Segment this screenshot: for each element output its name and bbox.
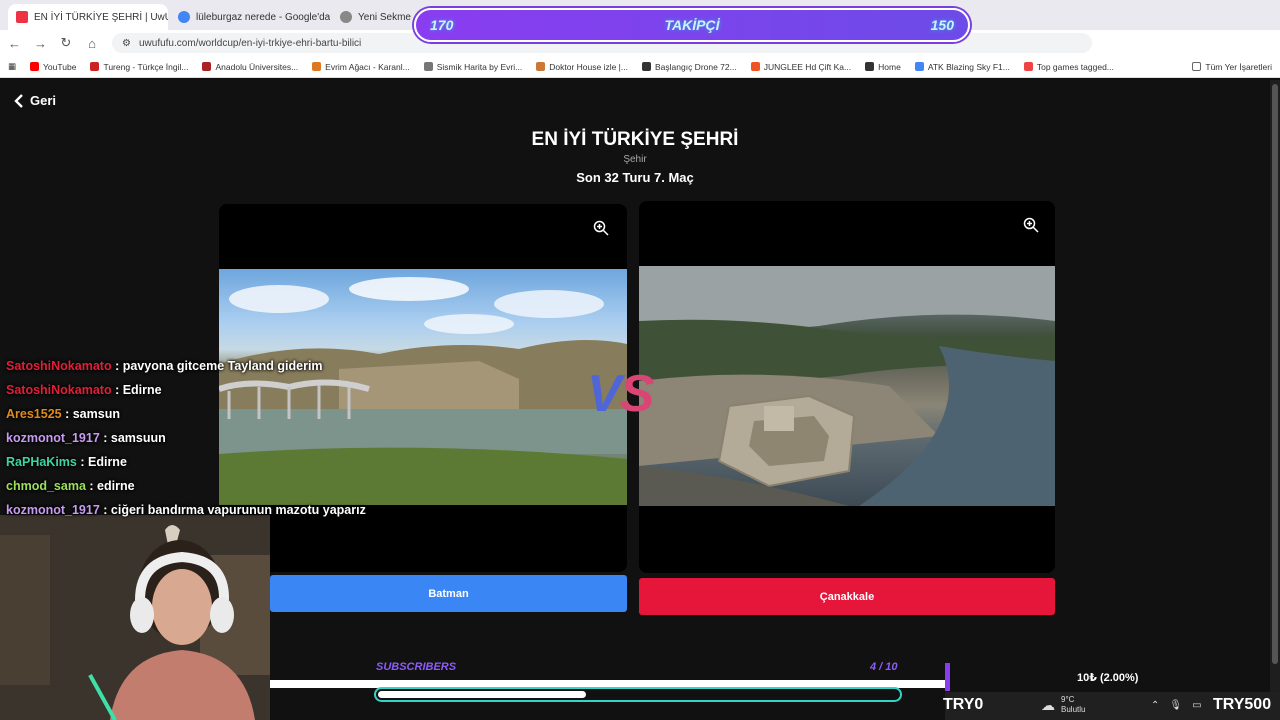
versus-logo: VS bbox=[587, 365, 654, 423]
chat-message: Ares1525 : samsun bbox=[6, 407, 120, 421]
system-tray[interactable]: ⌃ 🎙 ▭ bbox=[1151, 700, 1202, 711]
bookmark-item[interactable]: ATK Blazing Sky F1... bbox=[914, 62, 1010, 72]
tab-label: lüleburgaz nerede - Google'da bbox=[196, 11, 330, 23]
home-icon[interactable]: ⌂ bbox=[86, 36, 98, 51]
bookmark-item[interactable]: Sismik Harita by Evri... bbox=[423, 62, 522, 72]
back-label: Geri bbox=[30, 93, 57, 108]
webcam-feed bbox=[0, 515, 270, 720]
tab-label: Yeni Sekme bbox=[358, 11, 411, 23]
stream-chat: SatoshiNokamato : pavyona gitceme Taylan… bbox=[6, 354, 366, 522]
apps-grid-icon[interactable]: ▦ bbox=[8, 61, 16, 72]
bookmark-item[interactable]: Home bbox=[865, 62, 901, 72]
chevron-up-icon[interactable]: ⌃ bbox=[1151, 700, 1159, 711]
chrome-favicon-icon bbox=[340, 11, 352, 23]
bookmark-item[interactable]: YouTube bbox=[30, 62, 76, 72]
follower-goal-bar: 170 TAKİPÇİ 150 bbox=[414, 8, 970, 42]
bookmark-item[interactable]: Anadolu Üniversites... bbox=[202, 62, 298, 72]
bookmark-item[interactable]: Evrim Ağacı - Karanl... bbox=[312, 62, 410, 72]
zoom-in-icon[interactable] bbox=[593, 220, 609, 236]
page-scrollbar[interactable] bbox=[1270, 80, 1280, 720]
try-current: TRY0 bbox=[943, 696, 984, 713]
choose-canakkale-button[interactable]: Çanakkale bbox=[639, 578, 1055, 615]
follower-current: 170 bbox=[430, 17, 454, 33]
round-label: Son 32 Turu 7. Maç bbox=[576, 170, 694, 185]
canakkale-image[interactable] bbox=[639, 266, 1055, 506]
windows-taskbar: TRY0 ☁ 9°C Bulutlu ⌃ 🎙 ▭ TRY500 bbox=[943, 692, 1280, 720]
subs-count: 4 / 10 bbox=[870, 661, 898, 673]
bookmark-item[interactable]: Başlangıç Drone 72... bbox=[641, 62, 737, 72]
display-icon[interactable]: ▭ bbox=[1192, 700, 1201, 711]
follower-label: TAKİPÇİ bbox=[664, 17, 720, 33]
donation-value: 10₺ (2.00%) bbox=[1077, 672, 1139, 684]
tab-label: EN İYİ TÜRKİYE ŞEHRİ | UwUFUFU bbox=[34, 11, 168, 23]
chat-message: SatoshiNokamato : pavyona gitceme Taylan… bbox=[6, 359, 323, 373]
back-arrow-icon[interactable]: ← bbox=[8, 36, 21, 51]
site-info-icon[interactable]: ⚙ bbox=[122, 38, 131, 49]
subs-progress-track bbox=[374, 687, 902, 702]
bookmark-item[interactable]: JUNGLEE Hd Çift Ka... bbox=[750, 62, 851, 72]
tab-uwufufu[interactable]: EN İYİ TÜRKİYE ŞEHRİ | UwUFUFU ✕ bbox=[8, 4, 168, 30]
chat-message: RaPHaKims : Edirne bbox=[6, 455, 127, 469]
zoom-in-icon[interactable] bbox=[1023, 217, 1039, 233]
forward-arrow-icon[interactable]: → bbox=[34, 36, 47, 51]
all-bookmarks-folder[interactable]: Tüm Yer İşaretleri bbox=[1192, 62, 1272, 72]
chat-message: SatoshiNokamato : Edirne bbox=[6, 383, 162, 397]
chat-message: chmod_sama : edirne bbox=[6, 479, 135, 493]
url-text: uwufufu.com/worldcup/en-iyi-trkiye-ehri-… bbox=[138, 37, 362, 49]
reload-icon[interactable]: ↻ bbox=[60, 35, 72, 51]
try-goal: TRY500 bbox=[1213, 696, 1272, 713]
microphone-icon[interactable]: 🎙 bbox=[1169, 700, 1182, 711]
subs-progress-fill bbox=[378, 691, 586, 698]
follower-goal: 150 bbox=[930, 17, 954, 33]
bookmark-item[interactable]: Tureng - Türkçe İngil... bbox=[90, 62, 188, 72]
bookmark-item[interactable]: Top games tagged... bbox=[1023, 62, 1114, 72]
category-label: Şehir bbox=[623, 154, 647, 165]
subs-label: SUBSCRIBERS bbox=[376, 661, 457, 673]
chat-message: kozmonot_1917 : ciğeri bandırma vapurunu… bbox=[6, 503, 366, 517]
page-title: EN İYİ TÜRKİYE ŞEHRİ bbox=[531, 129, 739, 150]
donation-goal-widget: 10₺ (2.00%) bbox=[945, 663, 1270, 691]
bookmarks-bar: ▦ YouTube Tureng - Türkçe İngil... Anado… bbox=[0, 56, 1280, 78]
chevron-left-icon bbox=[14, 93, 23, 108]
tab-google[interactable]: lüleburgaz nerede - Google'da ✕ bbox=[170, 4, 330, 30]
chat-message: kozmonot_1917 : samsuun bbox=[6, 431, 166, 445]
bookmark-item[interactable]: Doktor House izle |... bbox=[536, 62, 628, 72]
subscriber-goal-widget: SUBSCRIBERS 4 / 10 bbox=[270, 660, 945, 720]
weather-widget[interactable]: ☁ 9°C Bulutlu bbox=[1041, 695, 1085, 715]
google-favicon-icon bbox=[178, 11, 190, 23]
choose-batman-button[interactable]: Batman bbox=[270, 575, 627, 612]
cloud-icon: ☁ bbox=[1041, 697, 1055, 713]
uwufufu-favicon-icon bbox=[16, 11, 28, 23]
scrollbar-thumb[interactable] bbox=[1272, 84, 1278, 664]
back-link[interactable]: Geri bbox=[14, 93, 56, 108]
